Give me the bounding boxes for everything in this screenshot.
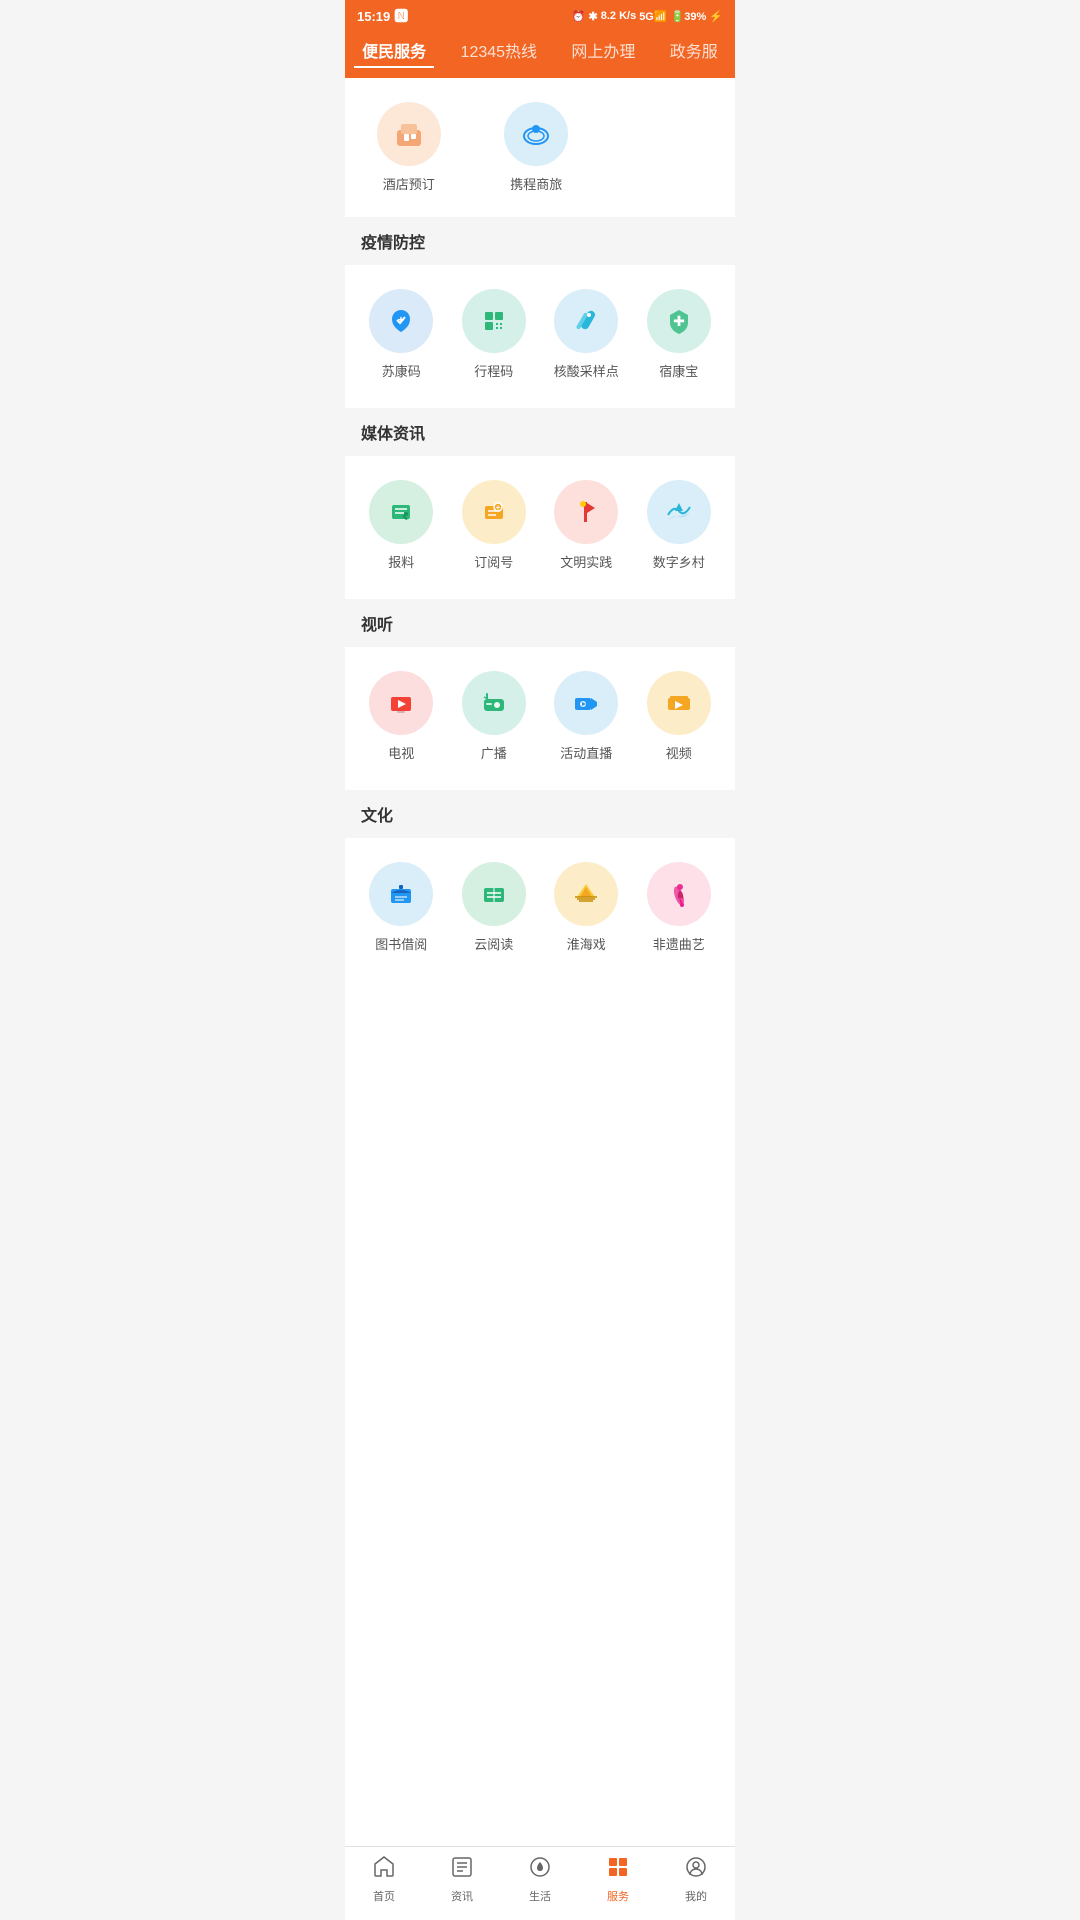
nav-tabs: 便民服务 12345热线 网上办理 政务服 xyxy=(345,30,735,78)
tab-hotline[interactable]: 12345热线 xyxy=(453,34,546,68)
nucleic-label: 核酸采样点 xyxy=(554,361,619,380)
huaihai-opera-icon xyxy=(554,862,618,926)
top-icons-section: 酒店预订 携程商旅 xyxy=(345,78,735,217)
icon-video[interactable]: 视频 xyxy=(633,663,726,774)
library-label: 图书借阅 xyxy=(375,934,427,953)
time: 15:19 xyxy=(357,9,390,24)
xingchengma-icon xyxy=(462,289,526,353)
life-label: 生活 xyxy=(529,1888,551,1904)
huaihai-opera-label: 淮海戏 xyxy=(567,934,606,953)
section-epidemic-header: 疫情防控 xyxy=(345,217,735,265)
icon-digital-village[interactable]: 数字乡村 xyxy=(633,472,726,583)
ctrip-icon xyxy=(504,102,568,166)
tab-online-handle[interactable]: 网上办理 xyxy=(563,34,643,68)
icon-wenming[interactable]: 文明实践 xyxy=(540,472,633,583)
news-label: 资讯 xyxy=(451,1888,473,1904)
status-bar: 15:19 🅽 ⏰ ✱ 8.2 K/s 5G📶 🔋39% ⚡ xyxy=(345,0,735,30)
bottom-nav-news[interactable]: 资讯 xyxy=(450,1855,474,1904)
battery: 🔋39% xyxy=(671,10,707,23)
main-content: 酒店预订 携程商旅 疫情防控 + xyxy=(345,78,735,1878)
home-label: 首页 xyxy=(373,1888,395,1904)
svg-text:✚: ✚ xyxy=(673,313,685,329)
icon-sukangbao[interactable]: ✚ 宿康宝 xyxy=(633,281,726,392)
hotel-booking-label: 酒店预订 xyxy=(383,174,435,193)
dingyuehao-icon: + xyxy=(462,480,526,544)
hotel-booking-icon xyxy=(377,102,441,166)
wenming-icon xyxy=(554,480,618,544)
sukangbao-label: 宿康宝 xyxy=(659,361,698,380)
section-epidemic-grid: + 苏康码 行程码 xyxy=(345,265,735,408)
icon-ctrip-business[interactable]: 携程商旅 xyxy=(493,94,581,205)
icon-radio[interactable]: 广播 xyxy=(448,663,541,774)
news-icon xyxy=(450,1855,474,1885)
live-event-icon xyxy=(554,671,618,735)
nucleic-icon xyxy=(554,289,618,353)
bottom-nav-mine[interactable]: 我的 xyxy=(684,1855,708,1904)
home-icon xyxy=(372,1855,396,1885)
alarm-icon: ⏰ xyxy=(572,10,586,23)
section-audiovisual-grid: 电视 广播 xyxy=(345,647,735,790)
section-audiovisual-header: 视听 xyxy=(345,599,735,647)
speed: 8.2 K/s xyxy=(601,10,636,22)
tab-gov-service[interactable]: 政务服 xyxy=(662,34,726,68)
charging-icon: ⚡ xyxy=(709,10,723,23)
icon-sukangma[interactable]: + 苏康码 xyxy=(355,281,448,392)
tv-icon xyxy=(369,671,433,735)
services-icon xyxy=(606,1855,630,1885)
mine-icon xyxy=(684,1855,708,1885)
mine-label: 我的 xyxy=(685,1888,707,1904)
bottom-nav: 首页 资讯 生活 xyxy=(345,1846,735,1920)
sukangma-label: 苏康码 xyxy=(382,361,421,380)
icon-baoliao[interactable]: 报料 xyxy=(355,472,448,583)
intangible-culture-icon xyxy=(647,862,711,926)
bottom-nav-home[interactable]: 首页 xyxy=(372,1855,396,1904)
digital-village-icon xyxy=(647,480,711,544)
services-label: 服务 xyxy=(607,1888,629,1904)
radio-label: 广播 xyxy=(481,743,507,762)
intangible-culture-label: 非遗曲艺 xyxy=(653,934,705,953)
radio-icon xyxy=(462,671,526,735)
status-left: 15:19 🅽 xyxy=(357,6,408,26)
icon-library-borrow[interactable]: 图书借阅 xyxy=(355,854,448,965)
baoliao-icon xyxy=(369,480,433,544)
status-right: ⏰ ✱ 8.2 K/s 5G📶 🔋39% ⚡ xyxy=(572,10,723,23)
tab-bimin-fuwu[interactable]: 便民服务 xyxy=(354,34,434,68)
svg-text:+: + xyxy=(495,503,500,512)
icon-cloud-read[interactable]: 云阅读 xyxy=(448,854,541,965)
live-event-label: 活动直播 xyxy=(560,743,612,762)
bottom-nav-life[interactable]: 生活 xyxy=(528,1855,552,1904)
library-icon xyxy=(369,862,433,926)
icon-dingyuehao[interactable]: + 订阅号 xyxy=(448,472,541,583)
tv-label: 电视 xyxy=(388,743,414,762)
section-culture-header: 文化 xyxy=(345,790,735,838)
section-media-grid: 报料 + 订阅号 xyxy=(345,456,735,599)
icon-intangible-culture[interactable]: 非遗曲艺 xyxy=(633,854,726,965)
network-signal: 5G📶 xyxy=(639,10,667,23)
life-icon xyxy=(528,1855,552,1885)
ctrip-label: 携程商旅 xyxy=(510,174,562,193)
video-icon xyxy=(647,671,711,735)
digital-village-label: 数字乡村 xyxy=(653,552,705,571)
icon-huaihai-opera[interactable]: 淮海戏 xyxy=(540,854,633,965)
dingyuehao-label: 订阅号 xyxy=(474,552,513,571)
sukangbao-icon: ✚ xyxy=(647,289,711,353)
sukangma-icon: + xyxy=(369,289,433,353)
cloud-read-label: 云阅读 xyxy=(474,934,513,953)
icon-tv[interactable]: 电视 xyxy=(355,663,448,774)
bottom-nav-services[interactable]: 服务 xyxy=(606,1855,630,1904)
section-culture-grid: 图书借阅 云阅读 xyxy=(345,838,735,981)
bluetooth-icon: ✱ xyxy=(589,10,598,23)
icon-xingchengma[interactable]: 行程码 xyxy=(448,281,541,392)
baoliao-label: 报料 xyxy=(388,552,414,571)
cloud-read-icon xyxy=(462,862,526,926)
xingchengma-label: 行程码 xyxy=(474,361,513,380)
section-media-header: 媒体资讯 xyxy=(345,408,735,456)
icon-nucleic-test[interactable]: 核酸采样点 xyxy=(540,281,633,392)
icon-hotel-booking[interactable]: 酒店预订 xyxy=(365,94,453,205)
wenming-label: 文明实践 xyxy=(560,552,612,571)
icon-live-event[interactable]: 活动直播 xyxy=(540,663,633,774)
nfc-icon: 🅽 xyxy=(394,6,408,26)
video-label: 视频 xyxy=(666,743,692,762)
